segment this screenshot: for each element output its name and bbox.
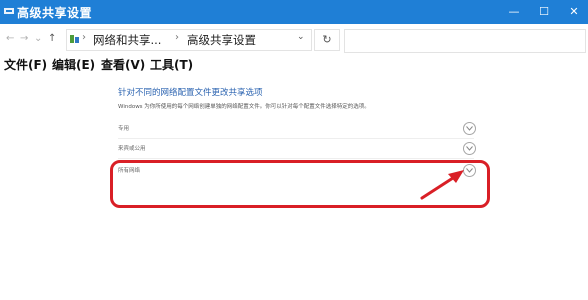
chevron-down-icon[interactable] [463, 142, 476, 155]
chevron-down-icon[interactable]: ⌄ [297, 32, 305, 42]
menu-tools[interactable]: 工具(T) [150, 56, 193, 73]
divider [118, 138, 474, 139]
refresh-icon: ↻ [322, 33, 332, 46]
red-arrow [420, 170, 464, 200]
back-button[interactable]: ← [6, 33, 14, 44]
minimize-button[interactable]: — [500, 0, 528, 24]
chevron-down-icon[interactable] [463, 122, 476, 135]
page-title: 针对不同的网络配置文件更改共享选项 [118, 88, 263, 98]
close-button[interactable]: ✕ [560, 0, 588, 24]
up-button[interactable]: ↑ [48, 33, 56, 44]
maximize-button[interactable]: ☐ [530, 0, 558, 24]
recent-locations-button[interactable]: ⌄ [34, 33, 42, 44]
refresh-button[interactable]: ↻ [314, 29, 340, 51]
section-guest-public-label[interactable]: 来宾或公用 [118, 144, 146, 152]
breadcrumb[interactable]: › 网络和共享... › 高级共享设置 ⌄ [66, 29, 312, 51]
breadcrumb-network-sharing[interactable]: 网络和共享... [93, 32, 161, 48]
window-title: 高级共享设置 [17, 6, 93, 20]
menu-view[interactable]: 查看(V) [101, 56, 145, 73]
title-bar: 高级共享设置 — ☐ ✕ [0, 0, 588, 24]
menu-file[interactable]: 文件(F) [4, 56, 47, 73]
section-private-label[interactable]: 专用 [118, 124, 129, 132]
breadcrumb-advanced-sharing[interactable]: 高级共享设置 [187, 32, 256, 48]
breadcrumb-separator: › [175, 32, 179, 43]
menu-edit[interactable]: 编辑(E) [52, 56, 95, 73]
divider [118, 158, 474, 159]
breadcrumb-separator: › [82, 32, 86, 43]
address-bar: ← → ⌄ ↑ › 网络和共享... › 高级共享设置 ⌄ ↻ [0, 24, 588, 54]
network-app-icon [4, 8, 14, 14]
page-description: Windows 为你所使用的每个网络创建单独的网络配置文件。你可以针对每个配置文… [118, 104, 370, 110]
menu-bar: 文件(F) 编辑(E) 查看(V) 工具(T) [0, 54, 588, 74]
forward-button[interactable]: → [20, 33, 28, 44]
folder-icon [70, 35, 79, 43]
search-input[interactable] [344, 29, 586, 53]
